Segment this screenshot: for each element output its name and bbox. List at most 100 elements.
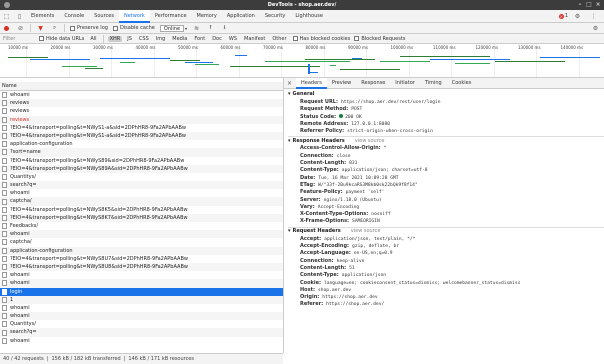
filter-type-xhr[interactable]: XHR [107, 35, 123, 42]
request-row[interactable]: whoami [0, 91, 283, 99]
tab-elements[interactable]: Elements [26, 10, 59, 23]
inspect-element-icon[interactable]: ⬚ [0, 10, 13, 23]
minimize-icon[interactable]: – [576, 1, 584, 9]
request-row[interactable]: ?EIO=4&transport=polling&t=NWyS8K5&sid=2… [0, 206, 283, 214]
wifi-icon[interactable]: ≋ [192, 24, 201, 33]
tab-security[interactable]: Security [260, 10, 291, 23]
filter-type-other[interactable]: Other [270, 36, 288, 42]
request-row[interactable]: 1 [0, 295, 283, 304]
detail-tab-preview[interactable]: Preview [327, 78, 356, 89]
filter-type-css[interactable]: CSS [137, 36, 151, 42]
timeline-request-bar [340, 69, 400, 70]
detail-tab-response[interactable]: Response [356, 78, 390, 89]
request-row[interactable]: search?q= [0, 328, 283, 337]
search-icon: ⌕ [52, 24, 57, 31]
tab-lighthouse[interactable]: Lighthouse [290, 10, 328, 23]
request-row[interactable]: ?EIO=4&transport=polling&t=NWyS89A&sid=2… [0, 164, 283, 173]
header-row: Request URL: https://shop.aer.dev/rest/us… [288, 99, 604, 106]
request-row[interactable]: ?EIO=4&transport=polling&t=NWyS1-a&sid=2… [0, 124, 283, 132]
detail-tab-initiator[interactable]: Initiator [390, 78, 420, 89]
error-badge[interactable]: × 1 [558, 13, 568, 19]
detail-tab-cookies[interactable]: Cookies [447, 78, 477, 89]
request-name: reviews [10, 100, 30, 107]
header-value: Accept-Encoding [318, 204, 360, 211]
expand-triangle-icon: ▾ [288, 91, 291, 97]
filter-type-doc[interactable]: Doc [210, 36, 224, 42]
maximize-icon[interactable]: □ [585, 1, 593, 9]
throttling-select[interactable]: Online [159, 24, 185, 32]
export-har-icon[interactable]: ⭳ [220, 24, 229, 33]
response-headers-section: Access-Control-Allow-Origin: * Connection:… [288, 145, 604, 225]
detail-tab-timing[interactable]: Timing [420, 78, 447, 89]
tab-memory[interactable]: Memory [192, 10, 222, 23]
filter-type-media[interactable]: Media [170, 36, 189, 42]
request-row[interactable]: captcha/ [0, 238, 283, 246]
request-row[interactable]: whoami [0, 337, 283, 345]
request-row[interactable]: ?EIO=4&transport=polling&t=NWyS89&sid=2D… [0, 157, 283, 165]
timeline-tick-label: 30000 ms [93, 45, 113, 50]
request-row[interactable]: captcha/ [0, 197, 283, 206]
tab-sources[interactable]: Sources [89, 10, 119, 23]
separator: | [123, 356, 126, 362]
tab-console[interactable]: Console [59, 10, 89, 23]
header-row: X-Content-Type-Options: nosniff [288, 211, 604, 218]
network-settings-icon[interactable]: ⚙ [591, 24, 600, 33]
header-key: Referrer Policy: [300, 128, 345, 135]
clear-button[interactable]: ⊘ [16, 24, 25, 33]
request-row[interactable]: ?EIO=4&transport=polling&t=NWyS8U8&sid=2… [0, 262, 283, 272]
filter-input[interactable]: Filter [3, 36, 35, 42]
close-icon[interactable]: × [594, 1, 602, 9]
filter-type-ws[interactable]: WS [227, 36, 239, 42]
request-row[interactable]: whoami [0, 312, 283, 321]
disable-cache-checkbox[interactable]: Disable cache [112, 25, 155, 31]
has-blocked-cookies-checkbox[interactable]: Has blocked cookies [292, 36, 350, 42]
filter-type-img[interactable]: Img [154, 36, 168, 42]
record-button[interactable] [2, 24, 11, 33]
timeline-overview[interactable]: 10000 ms 20000 ms 30000 ms 40000 ms 50000 ms… [0, 44, 604, 78]
header-value-text: keep-alive [336, 258, 365, 264]
request-row[interactable]: ?EIO=4&transport=polling&t=NWyS1-a&sid=2… [0, 131, 283, 141]
search-button[interactable]: ⌕ [50, 24, 59, 33]
hide-data-urls-checkbox[interactable]: Hide data URLs [39, 36, 84, 42]
request-headers-section-header[interactable]: ▾ Request Headers view source [288, 226, 604, 236]
filter-type-all[interactable]: All [88, 36, 98, 42]
close-detail-icon[interactable]: × [283, 77, 296, 90]
filter-type-js[interactable]: JS [125, 36, 134, 42]
filter-type-manifest[interactable]: Manifest [242, 36, 267, 42]
request-row[interactable]: login [0, 287, 283, 296]
request-row[interactable]: reviews [0, 99, 283, 108]
request-row[interactable]: whoami [0, 279, 283, 288]
timeline-tick-label: 110000 ms [433, 45, 456, 50]
request-row[interactable]: ?sort=name [0, 148, 283, 157]
filter-type-font[interactable]: Font [192, 36, 207, 42]
tab-application[interactable]: Application [222, 10, 260, 23]
request-row[interactable]: reviews [0, 107, 283, 115]
request-row[interactable]: application-configuration [0, 140, 283, 148]
request-row[interactable]: application-configuration [0, 246, 283, 255]
detail-tab-headers[interactable]: Headers [296, 77, 327, 89]
more-options-icon[interactable]: ⋮ [587, 10, 600, 23]
request-row[interactable]: ?EIO=4&transport=polling&t=NWyS8U7&sid=2… [0, 255, 283, 263]
blocked-requests-checkbox[interactable]: Blocked Requests [354, 36, 405, 42]
request-row[interactable]: ?EIO=4&transport=polling&t=NWyS8K7&sid=2… [0, 213, 283, 222]
request-row[interactable]: Quantitys/ [0, 320, 283, 328]
settings-gear-icon[interactable]: ⚙ [571, 10, 584, 23]
general-section-header[interactable]: ▾ General [288, 90, 604, 99]
response-headers-section-header[interactable]: ▾ Response Headers view source [288, 136, 604, 145]
request-row[interactable]: Quantitys/ [0, 173, 283, 181]
header-value: https://shop.aer.dev [322, 294, 377, 301]
request-row[interactable]: whoami [0, 271, 283, 279]
request-row[interactable]: whoami [0, 304, 283, 312]
preserve-log-checkbox[interactable]: Preserve log [70, 25, 108, 31]
request-row[interactable]: whoami [0, 189, 283, 197]
column-header-name[interactable]: Name [0, 82, 283, 91]
tab-network[interactable]: Network [118, 9, 150, 23]
request-row[interactable]: search?q= [0, 181, 283, 190]
request-row[interactable]: Feedbacks/ [0, 222, 283, 230]
request-row[interactable]: whoami [0, 230, 283, 239]
request-row[interactable]: reviews [0, 115, 283, 124]
import-har-icon[interactable]: ⭱ [206, 24, 215, 33]
filter-toggle-button[interactable]: ▼ [36, 24, 45, 33]
device-toolbar-icon[interactable]: ▯ [13, 10, 26, 23]
tab-performance[interactable]: Performance [150, 10, 192, 23]
